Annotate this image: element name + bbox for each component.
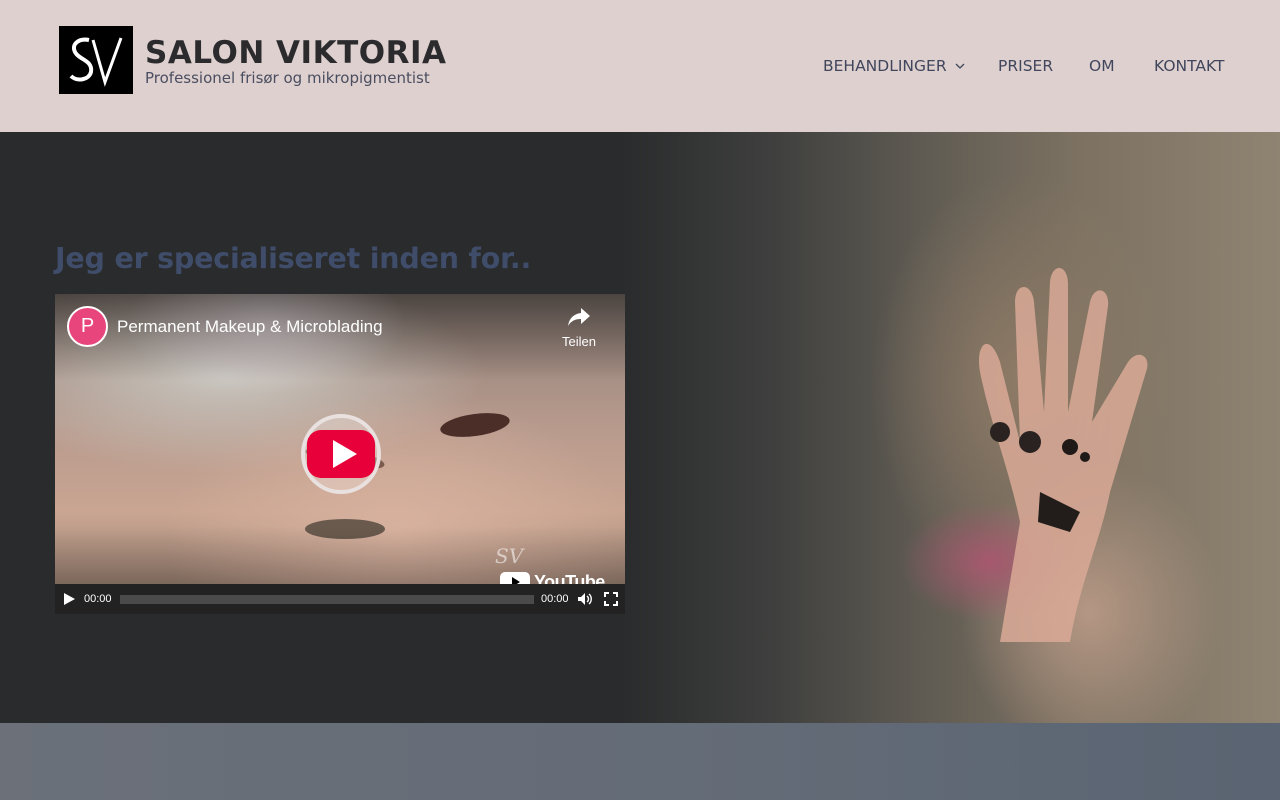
nav-item-label: KONTAKT (1154, 57, 1225, 75)
makeup-hand-image (960, 222, 1190, 642)
current-time: 00:00 (84, 593, 112, 605)
hero-background-image (620, 132, 1280, 723)
fullscreen-icon (604, 592, 618, 606)
nav-item-behandlinger[interactable]: BEHANDLINGER (823, 57, 965, 75)
video-controls: 00:00 00:00 (55, 584, 625, 614)
hero-heading: Jeg er specialiseret inden for.. (55, 242, 532, 275)
next-section (0, 723, 1280, 800)
nav-item-priser[interactable]: PRISER (998, 57, 1053, 75)
play-icon (301, 414, 381, 494)
channel-avatar[interactable]: P (67, 306, 108, 347)
nav-item-label: OM (1089, 57, 1115, 75)
nav-item-kontakt[interactable]: KONTAKT (1154, 57, 1224, 75)
video-player[interactable]: P Permanent Makeup & Microblading Teilen… (55, 294, 625, 614)
big-play-button[interactable] (301, 414, 381, 494)
video-title[interactable]: Permanent Makeup & Microblading (117, 317, 383, 337)
progress-bar[interactable] (120, 595, 534, 604)
share-label: Teilen (562, 334, 596, 349)
share-button[interactable]: Teilen (555, 306, 603, 356)
hero-section: Jeg er specialiseret inden for.. P Perma… (0, 132, 1280, 723)
fullscreen-button[interactable] (604, 592, 618, 606)
volume-button[interactable] (577, 592, 593, 606)
nav-item-om[interactable]: OM (1089, 57, 1115, 75)
video-thumbnail[interactable]: P Permanent Makeup & Microblading Teilen… (55, 294, 625, 592)
share-icon (568, 308, 590, 326)
site-header: SALON VIKTORIA Professionel frisør og mi… (0, 0, 1280, 132)
video-watermark: SV (495, 544, 524, 568)
volume-icon (578, 593, 592, 605)
nav-item-label: PRISER (998, 57, 1054, 75)
main-nav: BEHANDLINGER PRISER OM KONTAKT (0, 57, 1280, 77)
play-icon (64, 593, 75, 605)
total-time: 00:00 (541, 593, 569, 605)
nav-item-label: BEHANDLINGER (823, 57, 947, 75)
chevron-down-icon (955, 61, 965, 71)
play-pause-button[interactable] (62, 592, 76, 606)
